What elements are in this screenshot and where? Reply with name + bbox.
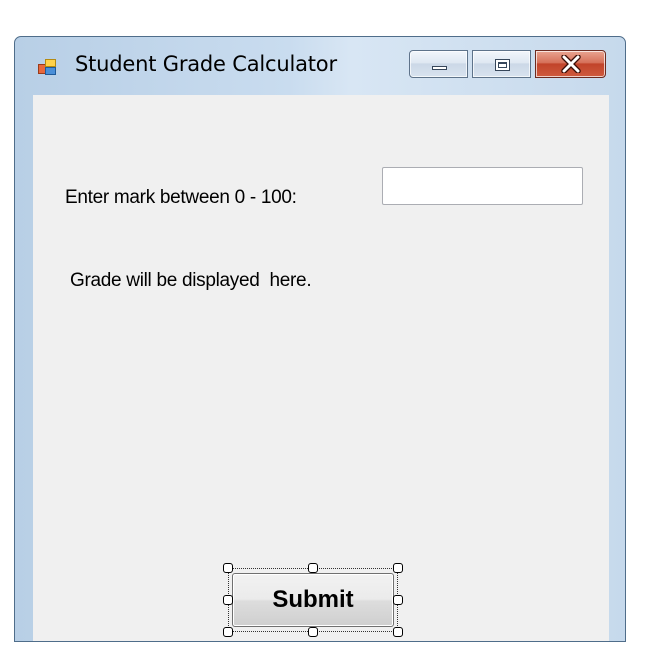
maximize-icon: [495, 59, 510, 71]
windows-form-icon: [38, 59, 56, 75]
maximize-button[interactable]: [472, 50, 531, 78]
title-bar[interactable]: Student Grade Calculator: [15, 37, 625, 95]
resize-handle-top[interactable]: [308, 563, 318, 573]
submit-button[interactable]: Submit: [232, 573, 394, 627]
mark-label: Enter mark between 0 - 100:: [65, 187, 297, 208]
grade-display-label: Grade will be displayed here.: [70, 270, 312, 291]
resize-handle-right[interactable]: [393, 595, 403, 605]
minimize-button[interactable]: [409, 50, 468, 78]
close-icon: [561, 55, 581, 73]
minimize-icon: [432, 66, 447, 70]
window-title: Student Grade Calculator: [75, 52, 337, 76]
form-window: Student Grade Calculator Enter mark betw…: [14, 36, 626, 642]
form-client-area: Enter mark between 0 - 100: Grade will b…: [33, 95, 609, 641]
resize-handle-bottom-left[interactable]: [223, 627, 233, 637]
resize-handle-top-right[interactable]: [393, 563, 403, 573]
resize-handle-bottom[interactable]: [308, 627, 318, 637]
close-button[interactable]: [535, 50, 606, 78]
resize-handle-bottom-right[interactable]: [393, 627, 403, 637]
resize-handle-top-left[interactable]: [223, 563, 233, 573]
mark-input[interactable]: [382, 167, 583, 205]
resize-handle-left[interactable]: [223, 595, 233, 605]
